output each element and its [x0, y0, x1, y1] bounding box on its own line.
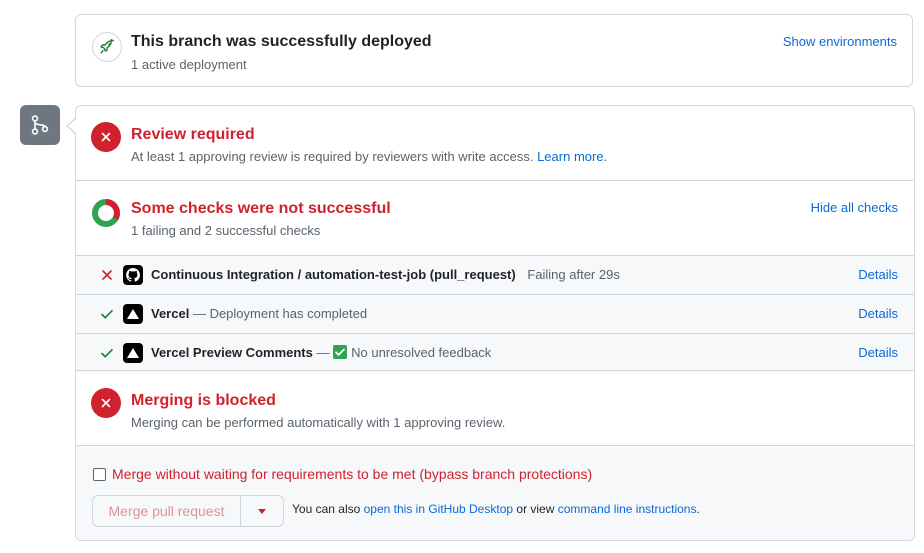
hide-all-checks-link[interactable]: Hide all checks	[811, 200, 898, 215]
check-name: Vercel	[151, 306, 190, 321]
learn-more-link[interactable]: Learn more.	[537, 149, 607, 164]
alternative-merge-text: You can also open this in GitHub Desktop…	[292, 502, 700, 516]
github-desktop-link[interactable]: open this in GitHub Desktop	[364, 502, 513, 516]
deployment-subtitle: 1 active deployment	[131, 57, 247, 72]
bypass-checkbox[interactable]	[93, 467, 106, 481]
vercel-icon	[123, 304, 143, 324]
checkmark-box-icon	[333, 345, 348, 359]
merge-method-dropdown[interactable]	[241, 496, 283, 526]
merging-blocked-description: Merging can be performed automatically w…	[131, 415, 506, 430]
checks-title: Some checks were not successful	[131, 200, 391, 217]
checks-summary-section: Some checks were not successful 1 failin…	[76, 181, 914, 255]
merge-status-panel: Review required At least 1 approving rev…	[75, 105, 915, 541]
check-icon	[101, 348, 113, 358]
deployment-status-box: This branch was successfully deployed 1 …	[75, 14, 913, 87]
check-description: Failing after 29s	[527, 267, 620, 282]
check-row: Continuous Integration / automation-test…	[76, 255, 914, 294]
check-row: Vercel Preview Comments — No unresolved …	[76, 333, 914, 372]
merging-blocked-section: Merging is blocked Merging can be perfor…	[76, 370, 914, 445]
rocket-icon	[92, 32, 122, 62]
x-circle-icon	[91, 388, 121, 418]
show-environments-link[interactable]: Show environments	[783, 34, 897, 49]
merge-button-group: Merge pull request	[92, 495, 284, 527]
merging-blocked-title: Merging is blocked	[131, 392, 276, 409]
github-icon	[123, 265, 143, 285]
check-row: Vercel — Deployment has completed Detail…	[76, 294, 914, 333]
check-details-link[interactable]: Details	[858, 267, 898, 282]
checks-summary: 1 failing and 2 successful checks	[131, 223, 321, 238]
bypass-checkbox-row[interactable]: Merge without waiting for requirements t…	[93, 466, 592, 482]
check-description: — Deployment has completed	[192, 306, 368, 321]
check-description-prefix: —	[316, 345, 330, 360]
triangle-down-icon	[258, 508, 266, 514]
check-name: Continuous Integration / automation-test…	[151, 267, 516, 282]
review-required-title: Review required	[131, 126, 255, 143]
command-line-instructions-link[interactable]: command line instructions	[558, 502, 697, 516]
bypass-label: Merge without waiting for requirements t…	[112, 466, 593, 482]
checks-list: Continuous Integration / automation-test…	[76, 255, 914, 372]
check-icon	[101, 309, 113, 319]
panel-caret-inner	[68, 119, 76, 133]
x-icon	[102, 270, 112, 280]
check-name: Vercel Preview Comments	[151, 345, 313, 360]
merge-pull-request-button[interactable]: Merge pull request	[93, 496, 241, 526]
checks-donut-icon	[92, 199, 120, 227]
vercel-icon	[123, 343, 143, 363]
review-required-description: At least 1 approving review is required …	[131, 149, 608, 164]
check-details-link[interactable]: Details	[858, 306, 898, 321]
review-required-section: Review required At least 1 approving rev…	[76, 106, 914, 181]
merge-footer: Merge without waiting for requirements t…	[76, 445, 914, 540]
deployment-title: This branch was successfully deployed	[131, 33, 432, 50]
git-branch-icon	[20, 105, 60, 145]
check-details-link[interactable]: Details	[858, 345, 898, 360]
check-description: No unresolved feedback	[351, 345, 492, 360]
x-circle-icon	[91, 122, 121, 152]
